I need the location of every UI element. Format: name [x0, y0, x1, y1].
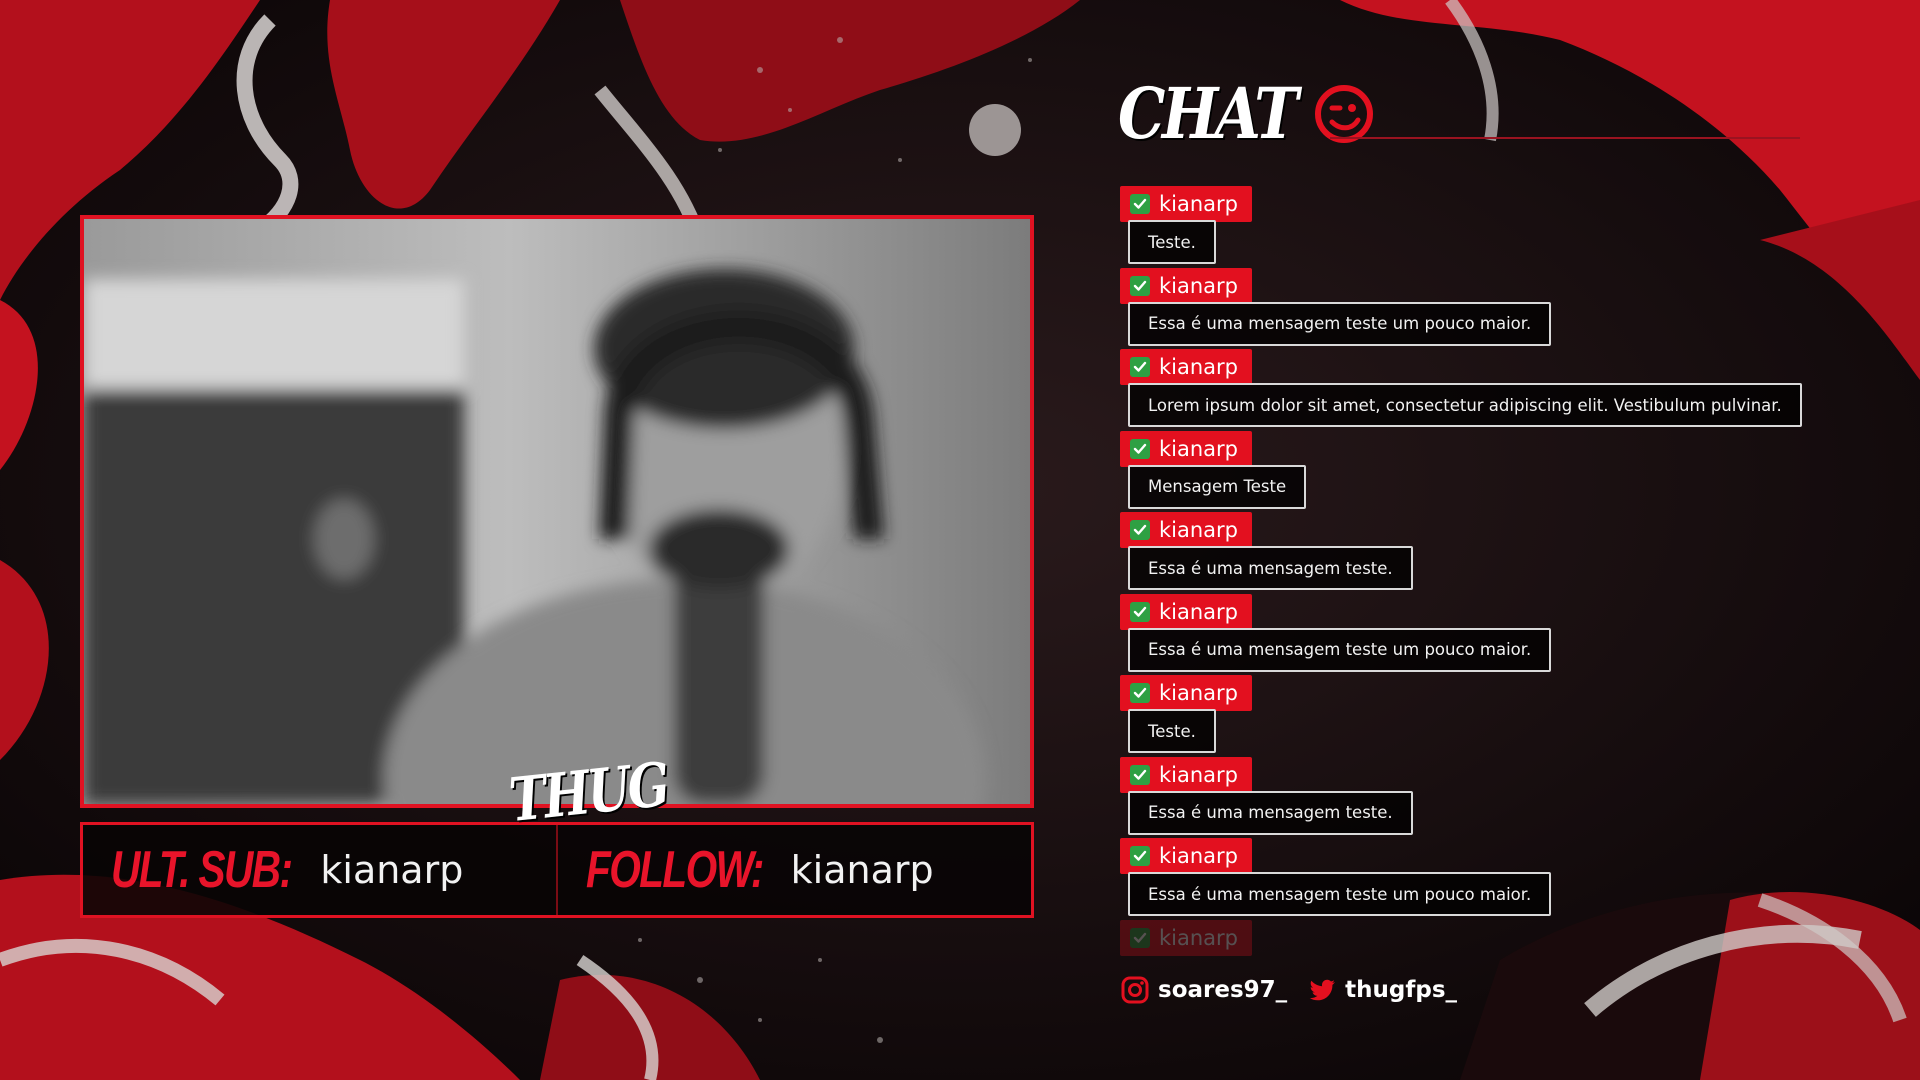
check-badge-icon	[1130, 846, 1150, 866]
chat-message-text: Essa é uma mensagem teste um pouco maior…	[1128, 872, 1552, 916]
check-badge-icon	[1130, 927, 1150, 948]
social-links: soares97_ thugfps_	[1120, 975, 1457, 1005]
wink-face-icon	[1315, 84, 1374, 143]
chat-message: kianarp Essa é uma mensagem teste.	[1120, 756, 1900, 839]
twitter-link[interactable]: thugfps_	[1307, 975, 1457, 1005]
check-badge-icon	[1130, 683, 1150, 703]
chat-message: kianarp Mensagem Teste	[1120, 430, 1900, 513]
chat-message-text: Essa é uma mensagem teste um pouco maior…	[1128, 301, 1552, 346]
chat-username: kianarp	[1159, 925, 1239, 950]
chat-username: kianarp	[1159, 436, 1239, 461]
chat-username: kianarp	[1159, 192, 1239, 216]
check-badge-icon	[1130, 438, 1150, 459]
chat-message-fading: kianarp	[1120, 919, 1900, 960]
twitter-icon	[1309, 979, 1336, 1001]
chat-message-text: Essa é uma mensagem teste um pouco maior…	[1128, 627, 1552, 672]
chat-username-tag[interactable]: kianarp	[1120, 349, 1253, 385]
chat-username-tag[interactable]: kianarp	[1120, 512, 1253, 548]
chat-username: kianarp	[1159, 844, 1239, 868]
last-sub-panel: ULT. SUB: kianarp	[83, 825, 556, 915]
twitter-handle: thugfps_	[1345, 977, 1458, 1003]
chat-username: kianarp	[1159, 681, 1239, 705]
stream-info-bar: ULT. SUB: kianarp FOLLOW: kianarp	[80, 822, 1034, 918]
chat-message: kianarp Essa é uma mensagem teste um pouc…	[1120, 267, 1900, 350]
check-badge-icon	[1130, 520, 1150, 540]
chat-username-tag[interactable]: kianarp	[1120, 675, 1253, 711]
chat-message: kianarp Teste.	[1120, 186, 1900, 268]
chat-message: kianarp Essa é uma mensagem teste um pouc…	[1120, 593, 1900, 676]
chat-username: kianarp	[1159, 355, 1239, 379]
chat-message: kianarp Teste.	[1120, 675, 1900, 757]
last-sub-value: kianarp	[320, 848, 464, 892]
chat-message: kianarp Essa é uma mensagem teste um pouc…	[1120, 838, 1900, 920]
chat-divider	[1330, 137, 1800, 139]
last-sub-label: ULT. SUB:	[111, 841, 293, 899]
chat-username-tag[interactable]: kianarp	[1120, 430, 1253, 467]
check-badge-icon	[1130, 275, 1150, 296]
chat-username-tag[interactable]: kianarp	[1120, 267, 1253, 304]
chat-message-text: Lorem ipsum dolor sit amet, consectetur …	[1128, 383, 1802, 427]
last-follow-value: kianarp	[790, 848, 934, 892]
chat-title-text: CHAT	[1118, 72, 1299, 155]
webcam-frame	[80, 215, 1034, 808]
chat-message: kianarp Lorem ipsum dolor sit amet, conse…	[1120, 349, 1900, 431]
check-badge-icon	[1130, 357, 1150, 377]
chat-username-tag[interactable]: kianarp	[1120, 186, 1253, 222]
check-badge-icon	[1130, 764, 1150, 785]
chat-message-text: Mensagem Teste	[1128, 464, 1307, 509]
chat-username-tag: kianarp	[1120, 919, 1253, 956]
chat-username: kianarp	[1159, 273, 1239, 298]
check-badge-icon	[1130, 601, 1150, 622]
chat-message: kianarp Essa é uma mensagem teste.	[1120, 512, 1900, 594]
chat-title: CHAT	[1118, 72, 1376, 155]
chat-username: kianarp	[1159, 599, 1239, 624]
check-badge-icon	[1130, 194, 1150, 214]
chat-message-list: kianarp Teste. kianarp Essa é uma mensagem …	[1120, 186, 1900, 960]
chat-username-tag[interactable]: kianarp	[1120, 593, 1253, 630]
chat-message-text: Essa é uma mensagem teste.	[1128, 546, 1413, 590]
chat-username: kianarp	[1159, 762, 1239, 787]
chat-username-tag[interactable]: kianarp	[1120, 756, 1253, 793]
chat-username: kianarp	[1159, 518, 1239, 542]
instagram-handle: soares97_	[1158, 977, 1288, 1003]
instagram-link[interactable]: soares97_	[1120, 975, 1287, 1005]
chat-username-tag[interactable]: kianarp	[1120, 838, 1253, 874]
chat-message-text: Teste.	[1128, 709, 1216, 753]
last-follow-label: FOLLOW:	[586, 841, 764, 899]
chat-message-text: Teste.	[1128, 220, 1216, 264]
last-follow-panel: FOLLOW: kianarp	[556, 825, 1031, 915]
chat-message-text: Essa é uma mensagem teste.	[1128, 790, 1413, 835]
webcam-feed	[84, 219, 1030, 804]
instagram-icon	[1121, 976, 1149, 1004]
